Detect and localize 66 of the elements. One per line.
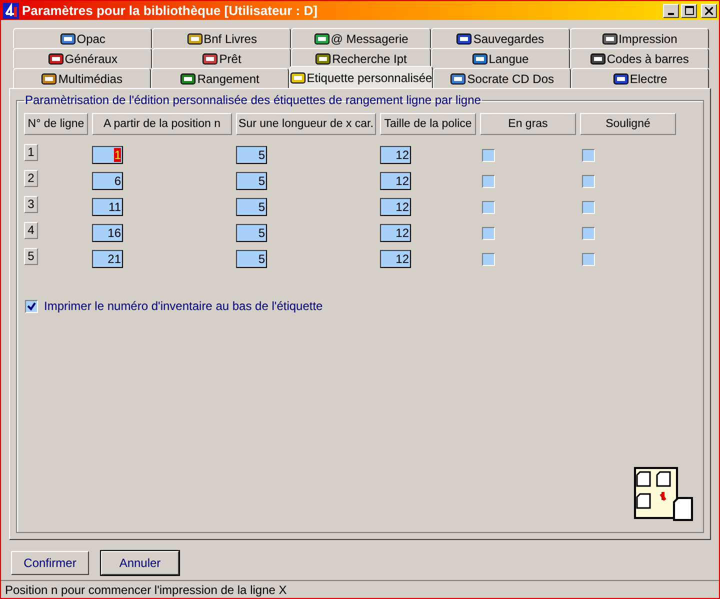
input-field[interactable]: 16 (92, 224, 123, 242)
minimize-button[interactable] (663, 4, 679, 18)
checkbox[interactable] (482, 148, 495, 162)
input-field[interactable]: 12 (380, 250, 411, 268)
group-title: Paramètrisation de l'édition personnalisée des étiquettes de rangement ligne par ligne (24, 93, 482, 107)
status-bar: Position n pour commencer l'impression de la ligne X (1, 580, 719, 598)
input-field[interactable]: 5 (236, 224, 267, 242)
cancel-button[interactable]: Annuler (101, 551, 179, 575)
input-field[interactable]: 12 (380, 146, 411, 164)
line-number: 5 (24, 248, 38, 264)
tab[interactable]: Prêt (152, 48, 292, 68)
close-button[interactable] (701, 4, 717, 18)
tab[interactable]: Electre (571, 68, 709, 88)
label-sheet-drawing (633, 466, 695, 524)
checkbox[interactable] (582, 148, 595, 162)
tab[interactable]: Multimédias (13, 68, 151, 88)
minimize-icon (668, 12, 674, 14)
input-field[interactable]: 5 (236, 146, 267, 164)
checkbox[interactable] (482, 174, 495, 188)
tab[interactable]: Codes à barres (570, 48, 710, 68)
checkbox[interactable] (482, 200, 495, 214)
tab[interactable]: Bnf Livres (152, 28, 292, 48)
tab[interactable]: Recherche Ipt (291, 48, 431, 68)
column-header: N° de ligne (24, 113, 88, 135)
line-number: 4 (24, 222, 38, 238)
checkbox-label[interactable]: Imprimer le numéro d'inventaire au bas de l'étiquette (44, 299, 323, 313)
input-field[interactable]: 12 (380, 172, 411, 190)
input-field[interactable]: 5 (236, 198, 267, 216)
input-field[interactable]: 5 (236, 250, 267, 268)
line-number: 3 (24, 196, 38, 212)
input-field[interactable]: 5 (236, 172, 267, 190)
tab[interactable]: Impression (570, 28, 710, 48)
line-number: 1 (24, 144, 38, 160)
input-field[interactable]: 6 (92, 172, 123, 190)
tab[interactable]: Etiquette personnalisée (288, 66, 434, 88)
window-title: Paramètres pour la bibliothèque [Utilisateur : D] (22, 3, 318, 18)
checkbox[interactable] (25, 300, 38, 312)
line-number: 2 (24, 170, 38, 186)
checkbox[interactable] (582, 174, 595, 188)
checkbox[interactable] (582, 200, 595, 214)
app-icon (3, 2, 19, 18)
column-header: En gras (480, 113, 576, 135)
tab[interactable]: @ Messagerie (291, 28, 431, 48)
checkbox[interactable] (482, 226, 495, 240)
tab[interactable]: Sauvegardes (430, 28, 570, 48)
close-icon (705, 6, 713, 14)
column-header: A partir de la position n (92, 113, 232, 135)
tab[interactable]: Socrate CD Dos (433, 68, 572, 88)
column-header: Sur une longueur de x car. (236, 113, 376, 135)
maximize-icon (684, 6, 694, 15)
checkbox[interactable] (582, 226, 595, 240)
input-field[interactable]: 21 (92, 250, 123, 268)
input-field[interactable]: 12 (380, 198, 411, 216)
confirm-button[interactable]: Confirmer (11, 551, 89, 575)
column-header: Taille de la police (380, 113, 476, 135)
maximize-button[interactable] (681, 4, 697, 18)
tab[interactable]: Langue (430, 48, 570, 68)
input-field[interactable]: 12 (380, 224, 411, 242)
tab[interactable]: Opac (13, 28, 152, 48)
checkbox[interactable] (582, 252, 595, 266)
input-field[interactable]: 1 (92, 146, 123, 164)
tab[interactable]: Rangement (150, 68, 289, 88)
column-header: Souligné (580, 113, 676, 135)
checkbox[interactable] (482, 252, 495, 266)
tab[interactable]: Généraux (13, 48, 152, 68)
input-field[interactable]: 11 (92, 198, 123, 216)
